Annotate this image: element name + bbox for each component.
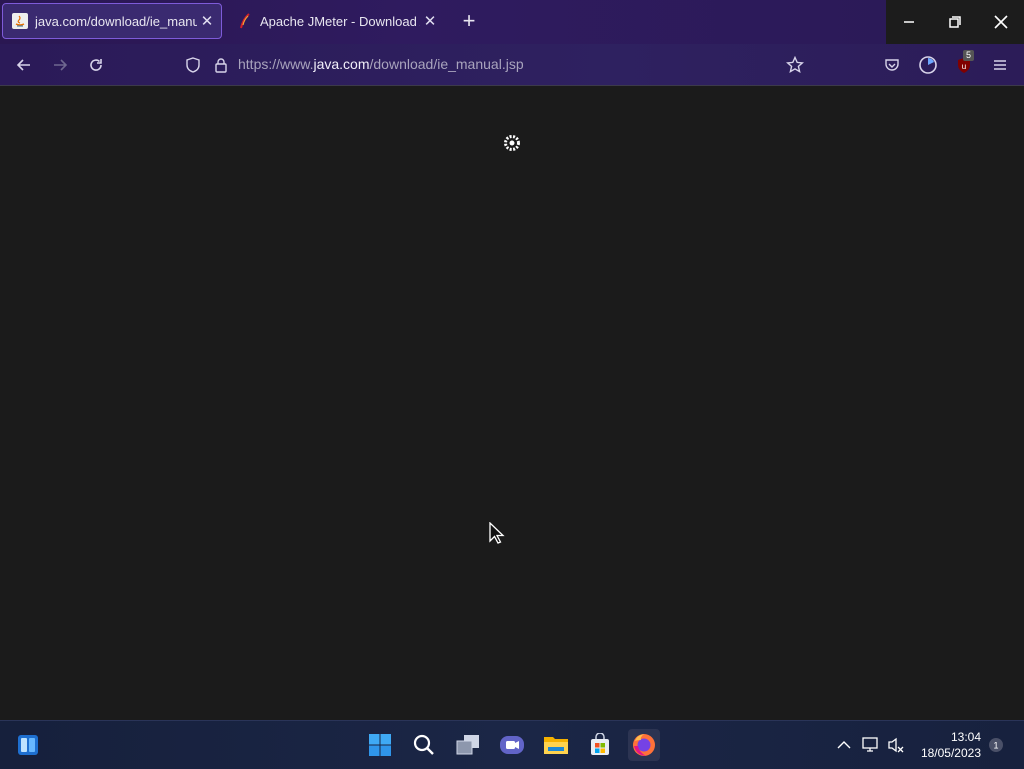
site-info-button[interactable] <box>208 52 234 78</box>
windows-start-icon <box>369 734 391 756</box>
clock-time: 13:04 <box>950 730 981 744</box>
tab-java-download[interactable]: java.com/download/ie_manual ✕ <box>2 3 222 39</box>
timer-extension-button[interactable] <box>915 52 941 78</box>
new-tab-button[interactable]: + <box>458 10 480 33</box>
teams-chat-button[interactable] <box>496 729 528 761</box>
tab-bar: java.com/download/ie_manual ✕ Apache JMe… <box>0 0 1024 44</box>
loading-spinner-icon <box>504 135 520 151</box>
task-view-button[interactable] <box>452 729 484 761</box>
search-icon <box>413 734 434 755</box>
java-favicon <box>12 13 28 29</box>
clock[interactable]: 13:04 18/05/2023 <box>921 729 981 761</box>
pocket-button[interactable] <box>879 52 905 78</box>
store-button[interactable] <box>584 729 616 761</box>
show-hidden-icons-button[interactable] <box>834 735 854 755</box>
tab-title: java.com/download/ie_manual <box>35 13 197 29</box>
volume-button[interactable] <box>887 735 907 755</box>
start-button[interactable] <box>364 729 396 761</box>
timer-icon <box>919 56 937 74</box>
address-bar[interactable]: https://www.java.com/download/ie_manual.… <box>238 56 524 72</box>
reload-icon <box>90 59 102 71</box>
clock-date: 18/05/2023 <box>920 746 981 760</box>
close-tab-icon[interactable]: ✕ <box>420 11 440 31</box>
restore-button[interactable] <box>932 0 978 44</box>
url-path: /download/ie_manual.jsp <box>369 56 524 72</box>
teams-chat-icon <box>500 736 524 754</box>
notification-icon: 1 <box>989 738 1003 752</box>
tab-apache-jmeter[interactable]: Apache JMeter - Download Apa ✕ <box>228 3 444 39</box>
ublock-extension-button[interactable]: u 5 <box>951 50 977 78</box>
navigation-toolbar: https://www.java.com/download/ie_manual.… <box>0 44 1024 86</box>
firefox-icon <box>633 734 655 756</box>
bookmark-button[interactable] <box>782 52 808 78</box>
url-domain: java.com <box>313 56 370 72</box>
tab-title: Apache JMeter - Download Apa <box>260 13 420 29</box>
jmeter-feather-icon <box>240 13 250 29</box>
back-button[interactable] <box>11 52 37 78</box>
chevron-up-icon <box>837 741 851 749</box>
task-view-icon <box>456 735 479 755</box>
close-window-button[interactable] <box>978 0 1024 44</box>
window-controls <box>886 0 1024 44</box>
browser-window: java.com/download/ie_manual ✕ Apache JMe… <box>0 0 1024 720</box>
mouse-cursor-icon <box>489 522 505 544</box>
pocket-icon <box>885 59 899 71</box>
forward-button[interactable] <box>47 52 73 78</box>
restore-icon <box>949 16 961 28</box>
file-explorer-button[interactable] <box>540 729 572 761</box>
widgets-button[interactable] <box>12 729 44 761</box>
shield-icon <box>186 57 200 73</box>
menu-icon <box>994 60 1006 70</box>
firefox-taskbar-button[interactable] <box>628 729 660 761</box>
file-explorer-icon <box>544 737 568 754</box>
forward-arrow-icon <box>54 59 68 71</box>
bookmark-star-icon <box>786 56 804 74</box>
close-tab-icon[interactable]: ✕ <box>197 11 217 31</box>
minimize-button[interactable] <box>886 0 932 44</box>
ublock-badge: 5 <box>963 50 975 61</box>
app-menu-button[interactable] <box>987 52 1013 78</box>
reload-button[interactable] <box>83 52 109 78</box>
close-icon <box>994 15 1008 29</box>
page-content[interactable] <box>0 86 1024 720</box>
network-button[interactable] <box>861 735 881 755</box>
tracking-protection-button[interactable] <box>180 52 206 78</box>
lock-icon <box>215 58 227 73</box>
minimize-icon <box>904 21 914 23</box>
widgets-icon <box>18 735 38 755</box>
svg-text:u: u <box>962 62 966 71</box>
network-icon <box>862 737 878 752</box>
taskbar: 13:04 18/05/2023 1 <box>0 720 1024 769</box>
search-button[interactable] <box>408 729 440 761</box>
svg-text:1: 1 <box>993 741 998 751</box>
notification-button[interactable]: 1 <box>986 735 1006 755</box>
url-prefix: https://www. <box>238 56 314 72</box>
volume-muted-icon <box>888 737 904 753</box>
back-arrow-icon <box>16 59 30 71</box>
store-icon <box>591 733 609 755</box>
